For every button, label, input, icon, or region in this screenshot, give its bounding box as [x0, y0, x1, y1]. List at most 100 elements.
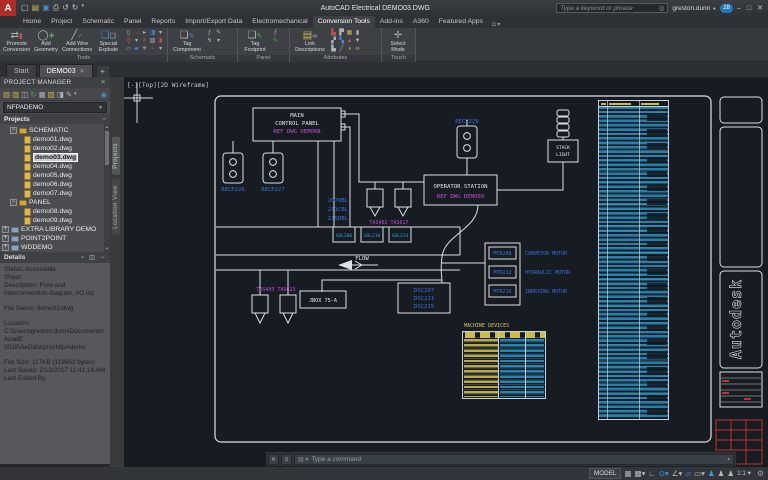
tree-item-demo07[interactable]: demo07.dwg — [0, 189, 110, 198]
tab-home[interactable]: Home — [18, 16, 46, 28]
receptacle-recp226[interactable]: RECP226 — [221, 152, 245, 193]
small-tool-icon[interactable]: ƒ — [272, 30, 279, 38]
tree-item-demo06[interactable]: demo06.dwg — [0, 180, 110, 189]
tree-folder-panel[interactable]: − PANEL — [0, 198, 110, 207]
small-tool-icon[interactable]: ▲ — [346, 38, 353, 46]
tree-project-extra-library-demo[interactable]: + EXTRA LIBRARY DEMO — [0, 225, 110, 234]
tree-item-demo01[interactable]: demo01.dwg — [0, 135, 110, 144]
tab-a360[interactable]: A360 — [408, 16, 434, 28]
small-tool-icon[interactable]: ▙ — [330, 46, 337, 54]
publish-icon[interactable]: ▧ — [48, 90, 55, 99]
small-tool-icon[interactable]: ▼ — [354, 38, 361, 46]
small-tool-icon[interactable]: ✎ — [272, 38, 279, 46]
open-icon[interactable]: ▤ — [32, 3, 40, 13]
customization-gear-icon[interactable]: ⚙ — [757, 469, 764, 478]
project-new-icon[interactable]: ▤ — [3, 90, 10, 99]
small-tool-icon[interactable]: ▸ — [141, 30, 148, 38]
vertical-tab-projects[interactable]: Projects — [112, 137, 120, 175]
solenoid-boxes[interactable]: SOL206 SOL210 SOL214 — [332, 226, 412, 243]
qat-dropdown-icon[interactable]: ▾ — [82, 3, 85, 13]
tree-item-demo05[interactable]: demo05.dwg — [0, 171, 110, 180]
small-tool-icon[interactable]: ▛ — [338, 30, 345, 38]
customize-command-icon[interactable]: ≡ — [281, 453, 292, 465]
receptacle-recp229[interactable]: RECP229 — [455, 119, 479, 159]
isodraft-icon[interactable]: ∠▾ — [672, 468, 683, 479]
autoscale-icon[interactable]: ♟ — [727, 468, 734, 479]
notification-badge[interactable]: 28 — [720, 3, 733, 13]
help-icon[interactable]: ◉ — [100, 90, 107, 99]
small-tool-icon[interactable]: ╬ — [125, 38, 132, 46]
stack-light[interactable]: STACK LIGHT — [547, 109, 579, 163]
small-tool-icon[interactable]: ▦ — [346, 30, 353, 38]
palette-close-icon[interactable]: ✕ — [100, 79, 106, 86]
tree-item-demo03-selected[interactable]: demo03.dwg — [0, 153, 110, 162]
special-explode-button[interactable]: ❏❏ Special Explode — [94, 29, 123, 54]
panel-label-touch[interactable]: Touch — [382, 55, 415, 62]
toolbar-dropdown-icon[interactable]: ▾ — [74, 91, 77, 97]
tab-close-icon[interactable]: ✕ — [80, 68, 85, 75]
tree-item-demo09[interactable]: demo09.dwg — [0, 216, 110, 225]
small-tool-icon[interactable]: ▱ — [125, 46, 132, 54]
small-tool-icon[interactable]: ▙ — [330, 30, 337, 38]
refresh-icon[interactable]: ↻ — [30, 90, 36, 99]
tab-add-ins[interactable]: Add-ins — [375, 16, 408, 28]
close-command-icon[interactable]: ✕ — [268, 453, 279, 465]
small-tool-icon[interactable]: ∞ — [354, 46, 361, 54]
tree-folder-schematic[interactable]: − SCHEMATIC — [0, 126, 110, 135]
solenoid-valves-top[interactable]: TAS402 TAS617 — [366, 188, 412, 226]
small-tool-icon[interactable]: ▾ — [133, 38, 140, 46]
tree-item-demo02[interactable]: demo02.dwg — [0, 144, 110, 153]
autocad-app-logo-icon[interactable]: A — [0, 0, 16, 16]
ortho-icon[interactable]: ∟ — [648, 468, 655, 479]
small-tool-icon[interactable]: ▰ — [133, 46, 140, 54]
drawing-list-icon[interactable]: ▦ — [39, 90, 46, 99]
disconnect-box[interactable]: DSC207 DSC211 DSC215 — [397, 282, 451, 314]
small-tool-icon[interactable]: ╱ — [338, 46, 345, 54]
small-tool-icon[interactable]: ✕ — [141, 38, 148, 46]
new-icon[interactable]: ▢ — [21, 3, 29, 13]
save-icon[interactable]: ▣ — [42, 3, 50, 13]
file-tab-start[interactable]: Start — [6, 64, 37, 77]
tab-schematic[interactable]: Schematic — [77, 16, 119, 28]
projects-section-header[interactable]: Projects − — [0, 114, 110, 124]
tab-featured-apps[interactable]: Featured Apps — [434, 16, 488, 28]
lineweight-icon[interactable]: ▭▾ — [694, 468, 705, 479]
redo-icon[interactable]: ↻ — [72, 3, 79, 13]
tree-item-demo04[interactable]: demo04.dwg — [0, 162, 110, 171]
annotation-scale-value[interactable]: 1:1 ▾ — [737, 470, 751, 477]
signin-user-button[interactable]: greston.dunn ▼ — [672, 5, 716, 12]
utilities-icon[interactable]: ✎ — [66, 90, 72, 99]
tab-electromechanical[interactable]: Electromechanical — [247, 16, 313, 28]
receptacle-recp227[interactable]: RECP227 — [261, 152, 285, 193]
project-select[interactable]: NFPADEMO ▼ — [3, 102, 107, 113]
panel-label-panel[interactable]: Panel — [238, 55, 289, 62]
expander-icon[interactable]: + — [2, 226, 9, 233]
small-tool-icon[interactable]: ▯ — [125, 30, 132, 38]
tab-project[interactable]: Project — [46, 16, 77, 28]
workspace-icon[interactable]: ♟ — [708, 468, 715, 479]
tree-project-wddemo[interactable]: + WDDEMO — [0, 243, 110, 252]
collapse-icon[interactable]: − — [102, 116, 106, 123]
new-tab-button[interactable]: + — [96, 66, 109, 77]
undo-icon[interactable]: ↺ — [62, 3, 69, 13]
small-tool-icon[interactable]: ▞ — [330, 38, 337, 46]
small-tool-icon[interactable]: ▾ — [157, 30, 164, 38]
promote-conversion-button[interactable]: ⇄▮ Promote Conversion — [2, 29, 31, 54]
annotation-visibility-icon[interactable]: ♟ — [718, 468, 725, 479]
panel-label-tools[interactable]: Tools — [0, 55, 167, 62]
tab-import-export-data[interactable]: Import/Export Data — [180, 16, 247, 28]
small-tool-icon[interactable]: ▮ — [157, 38, 164, 46]
small-tool-icon[interactable]: ƒ — [206, 30, 213, 38]
small-tool-icon[interactable]: ◖ — [346, 46, 353, 54]
small-tool-icon[interactable]: ▾ — [215, 38, 222, 46]
link-descriptions-button[interactable]: ▤∞ Link Descriptions — [292, 29, 328, 54]
polar-tracking-icon[interactable]: ⊙▾ — [659, 468, 669, 479]
small-tool-icon[interactable]: ✳ — [141, 46, 148, 54]
select-mode-button[interactable]: ✛ Select Mode — [384, 29, 412, 54]
small-tool-icon[interactable]: ✎ — [215, 30, 222, 38]
small-tool-icon[interactable]: ▚ — [338, 38, 345, 46]
small-tool-icon[interactable]: ▮ — [354, 30, 361, 38]
plot-icon[interactable]: ⎙ — [53, 3, 59, 13]
command-input[interactable]: ▤ ▾ Type a command ▴ — [294, 453, 734, 465]
search-icon[interactable]: ◎ — [659, 5, 665, 12]
